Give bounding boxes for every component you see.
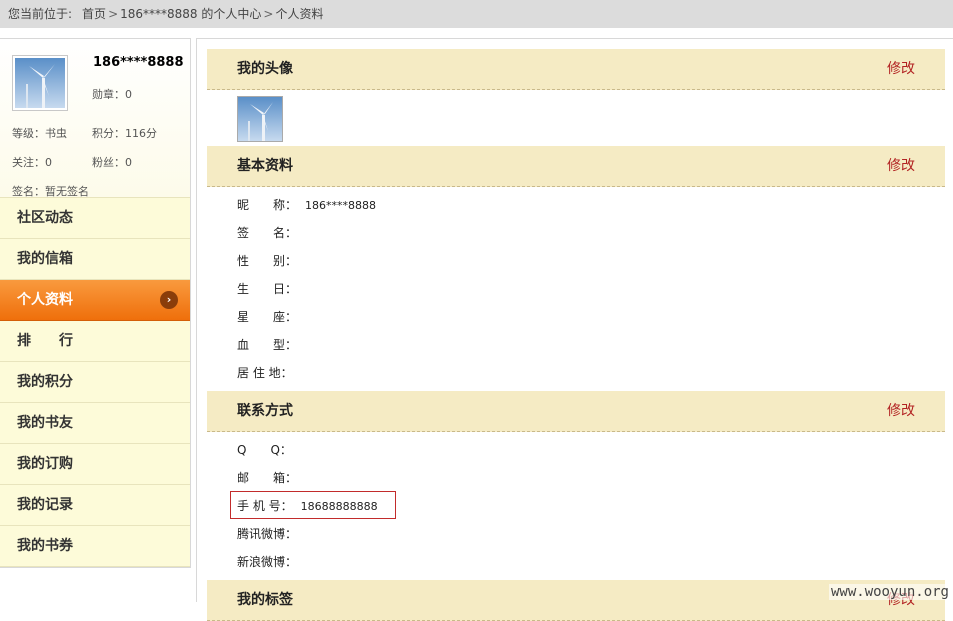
sidebar-item-coupons[interactable]: 我的书券 <box>0 526 190 567</box>
breadcrumb-current: 个人资料 <box>275 7 324 21</box>
sidebar-item-profile[interactable]: 个人资料 › <box>0 280 190 321</box>
field-label: 邮 箱： <box>237 471 298 485</box>
contact-section-header: 联系方式 修改 <box>207 391 945 432</box>
following-stat: 关注：0 <box>12 156 52 169</box>
followers-stat: 粉丝：0 <box>92 156 132 169</box>
residence-field: 居 住 地： <box>237 363 301 383</box>
field-label: 手 机 号： <box>237 499 293 513</box>
breadcrumb-separator: > <box>263 7 274 21</box>
gender-field: 性 别： <box>237 251 305 271</box>
avatar-section-header: 我的头像 修改 <box>207 49 945 90</box>
sidebar-item-points[interactable]: 我的积分 <box>0 362 190 403</box>
field-label: 居 住 地： <box>237 366 293 380</box>
phone-value: 18688888888 <box>300 500 378 513</box>
breadcrumb: 您当前位于: 首页 >186****8888 的个人中心 > 个人资料 <box>0 0 953 28</box>
edit-basic-link[interactable]: 修改 <box>887 146 915 186</box>
field-label: Q Q： <box>237 443 292 457</box>
field-label: 昵 称： <box>237 198 298 212</box>
field-label: 性 别： <box>237 254 298 268</box>
sidebar-item-book-friends[interactable]: 我的书友 <box>0 403 190 444</box>
tags-section-title: 我的标签 <box>237 592 293 608</box>
sidebar-item-records[interactable]: 我的记录 <box>0 485 190 526</box>
points-stat: 积分：116分 <box>92 127 157 140</box>
current-avatar-image <box>237 96 283 142</box>
sina-weibo-field: 新浪微博： <box>237 552 305 572</box>
breadcrumb-prefix: 您当前位于: <box>8 7 73 21</box>
field-label: 签 名： <box>237 226 298 240</box>
edit-avatar-link[interactable]: 修改 <box>887 49 915 89</box>
field-label: 星 座： <box>237 310 298 324</box>
sidebar-item-orders[interactable]: 我的订购 <box>0 444 190 485</box>
field-label: 血 型： <box>237 338 298 352</box>
edit-contact-link[interactable]: 修改 <box>887 391 915 431</box>
nickname-field: 昵 称： 186****8888 <box>237 195 376 215</box>
medal-count: 勋章：0 <box>92 88 132 101</box>
email-field: 邮 箱： <box>237 468 305 488</box>
user-name: 186****8888 <box>93 55 184 70</box>
basic-section-header: 基本资料 修改 <box>207 146 945 187</box>
wind-turbine-avatar-image <box>15 58 65 108</box>
tencent-weibo-field: 腾讯微博： <box>237 524 305 544</box>
avatar-section-title: 我的头像 <box>237 61 293 77</box>
phone-field: 手 机 号： 18688888888 <box>237 496 378 516</box>
qq-field: Q Q： <box>237 440 300 460</box>
blood-type-field: 血 型： <box>237 335 305 355</box>
basic-section-title: 基本资料 <box>237 158 293 174</box>
main-content: 我的头像 修改 基本资料 修改 昵 称： 186****8888 签 名： 性 别… <box>196 38 953 621</box>
breadcrumb-separator: > <box>108 7 119 21</box>
watermark: www.wooyun.org <box>828 584 951 600</box>
birthday-field: 生 日： <box>237 279 305 299</box>
profile-card: 186****8888 勋章：0 等级：书虫 积分：116分 关注：0 粉丝：0… <box>0 39 190 198</box>
sidebar-item-ranking[interactable]: 排 行 <box>0 321 190 362</box>
breadcrumb-home-link[interactable]: 首页 <box>82 0 106 28</box>
chevron-right-icon: › <box>160 291 178 309</box>
avatar[interactable] <box>12 55 68 111</box>
sidebar-nav: 社区动态 我的信箱 个人资料 › 排 行 我的积分 我的书友 我的订购 我的记录… <box>0 197 190 567</box>
sidebar-item-mailbox[interactable]: 我的信箱 <box>0 239 190 280</box>
field-label: 新浪微博： <box>237 555 298 569</box>
nickname-value: 186****8888 <box>305 199 377 212</box>
field-label: 腾讯微博： <box>237 527 298 541</box>
contact-section-title: 联系方式 <box>237 403 293 419</box>
level-stat: 等级：书虫 <box>12 127 67 140</box>
signature-field: 签 名： <box>237 223 305 243</box>
sidebar-item-label: 个人资料 <box>17 292 73 308</box>
sidebar: 186****8888 勋章：0 等级：书虫 积分：116分 关注：0 粉丝：0… <box>0 38 191 568</box>
constellation-field: 星 座： <box>237 307 305 327</box>
field-label: 生 日： <box>237 282 298 296</box>
sidebar-item-community[interactable]: 社区动态 <box>0 197 190 239</box>
breadcrumb-user-center-link[interactable]: 186****8888 的个人中心 <box>120 0 261 28</box>
